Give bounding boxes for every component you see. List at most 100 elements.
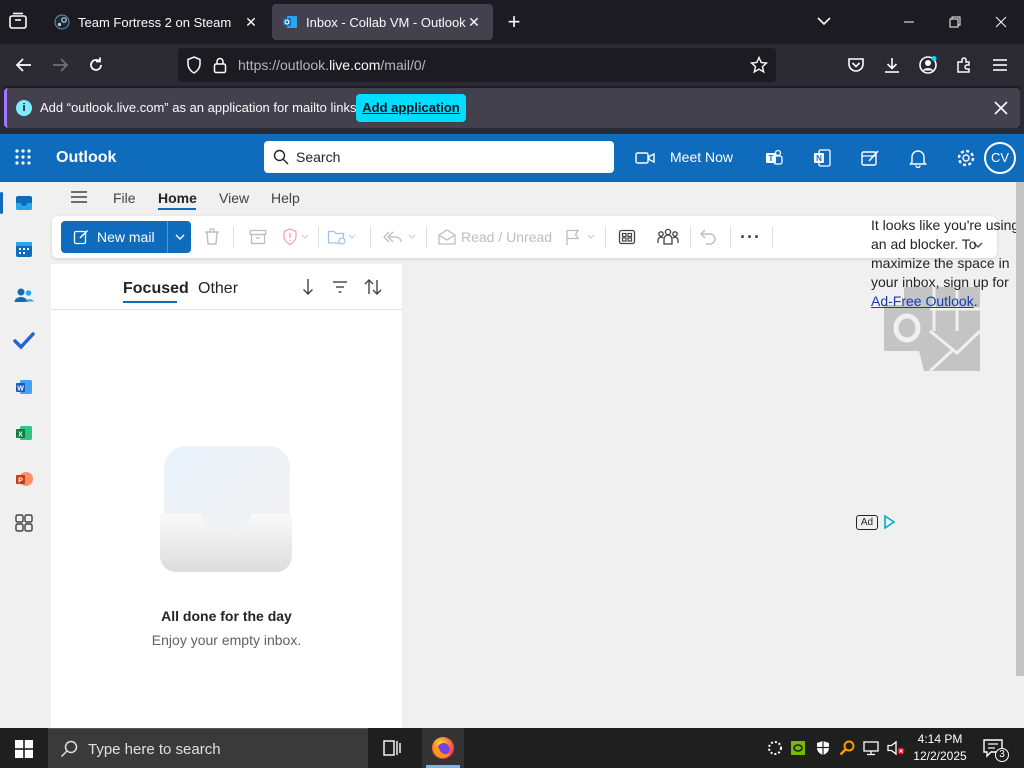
minimize-icon[interactable] <box>886 0 932 44</box>
ad-blocker-message: It looks like you're using an ad blocker… <box>871 216 1021 311</box>
word-icon[interactable]: W <box>12 375 36 399</box>
filter-icon[interactable] <box>332 280 350 294</box>
firefox-taskbar-button[interactable] <box>422 728 464 768</box>
groups-icon[interactable] <box>656 225 680 249</box>
outlook-brand[interactable]: Outlook <box>56 149 116 167</box>
flag-icon[interactable] <box>564 225 598 249</box>
ribbon-separator <box>426 226 427 248</box>
archive-icon[interactable] <box>249 225 267 249</box>
steam-icon <box>54 14 70 30</box>
shield-icon[interactable] <box>186 56 204 74</box>
rail-active-indicator <box>0 192 3 214</box>
url-text[interactable]: https://outlook.live.com/mail/0/ <box>238 57 426 73</box>
mail-icon[interactable] <box>12 191 36 215</box>
close-window-icon[interactable] <box>978 0 1024 44</box>
tab-view[interactable]: View <box>219 190 249 206</box>
tab-title: Inbox - Collab VM - Outlook <box>306 14 466 30</box>
tab-file[interactable]: File <box>113 190 136 206</box>
tab-other[interactable]: Other <box>198 280 238 298</box>
tab-help[interactable]: Help <box>271 190 300 206</box>
reply-all-icon[interactable] <box>382 225 418 249</box>
ad-badge[interactable]: Ad <box>856 515 878 530</box>
defender-icon[interactable] <box>815 740 831 756</box>
add-application-button[interactable]: Add application <box>356 94 466 122</box>
search-icon <box>60 740 78 758</box>
read-unread-label: Read / Unread <box>461 229 553 245</box>
new-tab-icon[interactable]: + <box>504 11 524 33</box>
back-icon[interactable] <box>11 52 37 78</box>
tab-list-icon[interactable] <box>8 12 30 32</box>
volume-muted-icon[interactable] <box>887 740 905 756</box>
quick-steps-icon[interactable] <box>618 225 636 249</box>
svg-text:W: W <box>17 386 24 393</box>
firefox-icon <box>431 736 455 760</box>
account-icon[interactable] <box>915 52 941 78</box>
ribbon-separator <box>690 226 691 248</box>
tab-focused[interactable]: Focused <box>123 280 189 298</box>
excel-icon[interactable]: X <box>12 421 36 445</box>
more-apps-icon[interactable] <box>12 511 36 535</box>
meet-now-button[interactable]: Meet Now <box>670 149 733 165</box>
clock-time[interactable]: 4:14 PM <box>910 732 970 746</box>
avatar[interactable]: CV <box>984 142 1016 174</box>
more-options-icon[interactable]: ··· <box>740 225 761 249</box>
chevron-down-icon[interactable] <box>816 14 836 30</box>
hamburger-icon[interactable] <box>70 190 88 206</box>
menu-icon[interactable] <box>987 52 1013 78</box>
arrow-down-icon[interactable] <box>302 278 316 298</box>
delete-icon[interactable] <box>204 225 220 249</box>
people-icon[interactable] <box>12 283 36 307</box>
list-tabs: Focused Other <box>51 264 402 310</box>
bell-icon[interactable] <box>906 146 930 170</box>
windows-start-icon[interactable] <box>15 740 33 758</box>
tab-home[interactable]: Home <box>158 190 197 206</box>
video-icon[interactable] <box>633 146 657 170</box>
tab-outlook[interactable]: Inbox - Collab VM - Outlook ✕ <box>272 4 493 40</box>
nvidia-icon[interactable] <box>791 741 805 755</box>
url-bar[interactable]: https://outlook.live.com/mail/0/ <box>178 48 776 82</box>
ad-free-outlook-link[interactable]: Ad-Free Outlook <box>871 293 974 309</box>
powerpoint-icon[interactable]: P <box>12 467 36 491</box>
undo-icon[interactable] <box>699 225 717 249</box>
star-icon[interactable] <box>749 55 769 74</box>
extensions-icon[interactable] <box>951 52 977 78</box>
restore-icon[interactable] <box>932 0 978 44</box>
my-day-icon[interactable] <box>858 146 882 170</box>
ribbon-separator <box>233 226 234 248</box>
app-launcher-icon[interactable] <box>14 148 34 168</box>
taskbar-search-input[interactable]: Type here to search <box>48 728 368 768</box>
gear-icon[interactable] <box>954 146 978 170</box>
forward-icon[interactable] <box>47 52 73 78</box>
loading-icon[interactable] <box>767 740 783 756</box>
move-to-icon[interactable] <box>327 225 357 249</box>
teams-icon[interactable]: T <box>762 146 786 170</box>
new-mail-dropdown[interactable] <box>167 221 191 253</box>
task-view-icon[interactable] <box>382 738 402 758</box>
onenote-icon[interactable]: N <box>810 146 834 170</box>
read-unread-button[interactable]: Read / Unread <box>437 225 552 249</box>
notification-edge <box>1020 86 1024 134</box>
tab-steam[interactable]: Team Fortress 2 on Steam ✕ <box>44 4 270 40</box>
scrollbar[interactable] <box>1016 182 1024 676</box>
ad-text-end: . <box>973 293 978 309</box>
magnifier-icon[interactable] <box>839 740 855 756</box>
close-tab-icon[interactable]: ✕ <box>465 13 483 31</box>
calendar-icon[interactable] <box>12 237 36 261</box>
new-mail-button[interactable]: New mail <box>61 221 167 253</box>
close-icon[interactable] <box>993 100 1009 116</box>
pocket-icon[interactable] <box>843 52 869 78</box>
sort-icon[interactable] <box>363 278 383 298</box>
svg-text:P: P <box>18 478 23 485</box>
downloads-icon[interactable] <box>879 52 905 78</box>
close-tab-icon[interactable]: ✕ <box>242 13 260 31</box>
todo-icon[interactable] <box>12 329 36 353</box>
adchoices-icon[interactable] <box>883 514 896 530</box>
search-input[interactable]: Search <box>264 141 614 173</box>
reload-icon[interactable] <box>83 52 109 78</box>
browser-tab-bar: Team Fortress 2 on Steam ✕ Inbox - Colla… <box>0 0 1024 44</box>
clock-date[interactable]: 12/2/2025 <box>910 749 970 763</box>
compose-icon <box>73 229 89 245</box>
network-icon[interactable] <box>863 740 881 756</box>
report-icon[interactable] <box>282 225 310 249</box>
lock-icon[interactable] <box>213 56 229 74</box>
